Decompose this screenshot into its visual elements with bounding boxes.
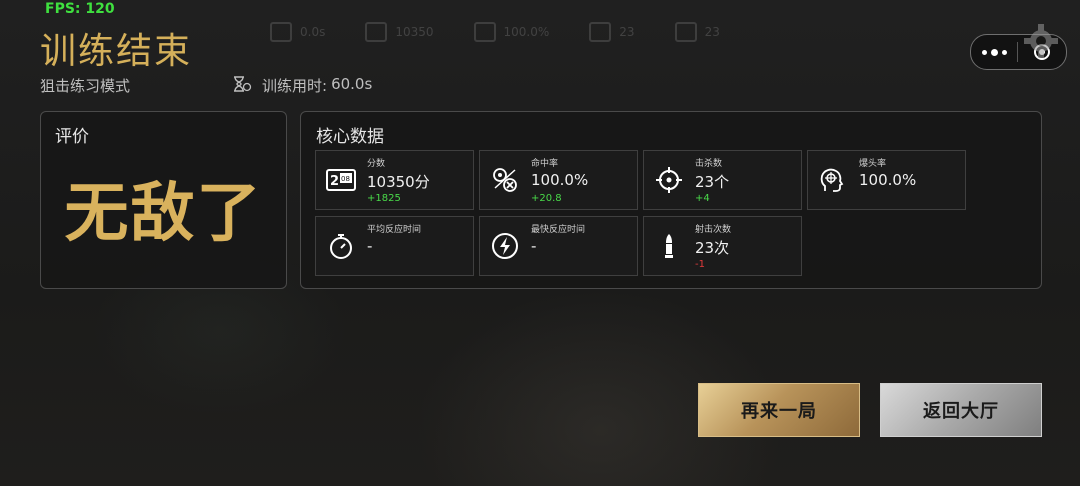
stat-value: 23个 [695,173,730,191]
page-title: 训练结束 [40,31,193,72]
stat-card-headshot: 爆头率 100.0% [807,150,966,210]
background-hud: 0.0s 10350 100.0% 23 23 [270,22,720,42]
stat-delta: +20.8 [531,193,562,204]
training-time-value: 60.0s [331,75,373,93]
stat-label: 击杀数 [695,159,723,169]
stat-label: 平均反应时间 [367,225,422,235]
training-time: 训练用时: 60.0s [232,75,372,96]
stat-label: 分数 [367,159,386,169]
hourglass-icon [232,75,252,96]
stat-value: 100.0% [531,171,589,189]
fps-counter: FPS: 120 [45,1,115,17]
stat-value: - [367,237,373,255]
stat-card-avg-reaction: 平均反应时间 - [315,216,474,276]
more-dot-icon [1001,49,1007,55]
more-dot-icon [990,48,998,56]
hit-rate-icon [490,165,520,195]
more-dot-icon [981,49,987,55]
training-time-label: 训练用时: [262,77,328,95]
stat-card-hit-rate: 命中率 100.0% +20.8 [479,150,638,210]
stat-delta: +4 [695,193,710,204]
stopwatch-icon [326,231,356,261]
stat-label: 最快反应时间 [531,225,586,235]
evaluation-grade: 无敌了 [64,177,263,251]
svg-text:08: 08 [341,175,350,183]
evaluation-panel: 评价 无敌了 [40,111,287,289]
back-to-lobby-button[interactable]: 返回大厅 [880,383,1042,437]
stat-delta: -1 [695,259,705,270]
play-again-button[interactable]: 再来一局 [698,383,860,437]
headshot-icon [818,165,848,195]
bullet-icon [654,231,684,261]
settings-gear-icon[interactable] [1022,22,1060,64]
crosshair-icon [654,165,684,195]
stat-card-fastest-reaction: 最快反应时间 - [479,216,638,276]
stat-card-score: 2 08 分数 10350分 +1825 [315,150,474,210]
more-options-button[interactable] [971,48,1017,56]
stat-label: 射击次数 [695,225,732,235]
core-data-title: 核心数据 [316,127,384,147]
stat-value: 100.0% [859,171,917,189]
svg-text:2: 2 [330,174,339,189]
stat-card-kills: 击杀数 23个 +4 [643,150,802,210]
scoreboard-icon: 2 08 [326,165,356,195]
stat-card-shots: 射击次数 23次 -1 [643,216,802,276]
stat-value: 10350分 [367,173,430,191]
stat-value: 23次 [695,239,730,257]
evaluation-title: 评价 [55,127,89,147]
stat-label: 命中率 [531,159,559,169]
stat-label: 爆头率 [859,159,887,169]
lightning-icon [490,231,520,261]
training-mode-label: 狙击练习模式 [40,77,131,95]
stat-value: - [531,237,537,255]
stat-delta: +1825 [367,193,401,204]
core-data-panel: 核心数据 2 08 分数 10350分 +1825 命中率 100.0% +20.… [300,111,1042,289]
